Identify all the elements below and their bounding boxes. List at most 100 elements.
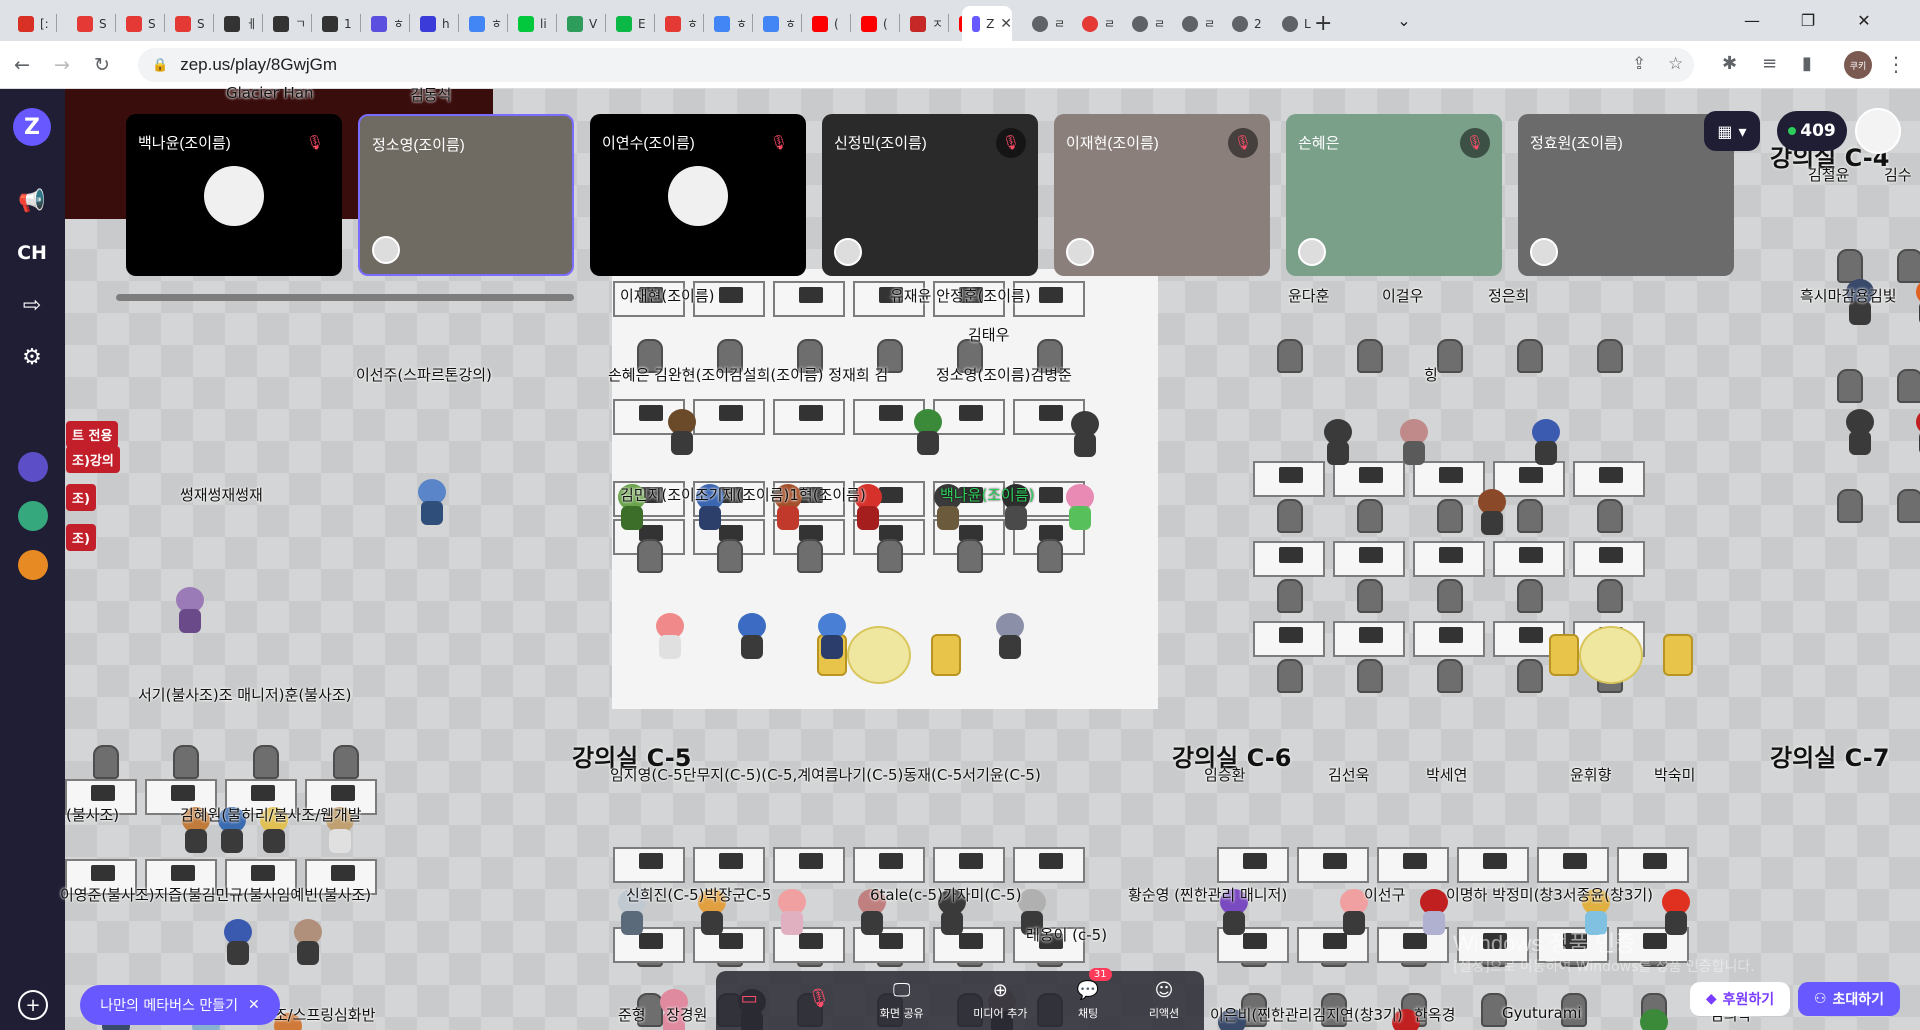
- mic-off-icon[interactable]: 🎙: [764, 128, 794, 158]
- video-tile[interactable]: 이재현(조이름) 🎙: [1054, 114, 1270, 276]
- video-tile[interactable]: 손혜은 🎙: [1286, 114, 1502, 276]
- browser-tab[interactable]: ㅈ: [900, 6, 946, 41]
- chair: [1517, 659, 1543, 693]
- monitor-icon: [1359, 627, 1383, 643]
- channel-button[interactable]: CH: [12, 233, 52, 273]
- sponsor-button[interactable]: ◆ 후원하기: [1690, 982, 1790, 1016]
- bookmark-star-icon[interactable]: ☆: [1668, 54, 1683, 74]
- layout-toggle-button[interactable]: ▦ ▾: [1704, 111, 1760, 151]
- browser-tab[interactable]: li: [508, 6, 554, 41]
- avatar: [1637, 1009, 1671, 1030]
- browser-tab[interactable]: ㅎ: [459, 6, 505, 41]
- toolbar-label: 화면 공유: [879, 1007, 924, 1020]
- settings-gear-icon[interactable]: ⚙: [12, 337, 52, 377]
- screen-share-button[interactable]: 🖵 화면 공유: [880, 980, 924, 1021]
- player-name-label: Gyuturami: [1502, 1004, 1582, 1022]
- player-name-label: 이은비(찐한관리김지연(창3기): [1210, 1006, 1403, 1024]
- close-icon[interactable]: ✕: [248, 997, 260, 1013]
- avatar-body: [421, 501, 443, 525]
- add-media-button[interactable]: ⊕ 미디어 추가: [973, 980, 1027, 1021]
- browser-tab[interactable]: ㅔ: [214, 6, 260, 41]
- browser-tab[interactable]: ㅎ: [753, 6, 799, 41]
- video-tile[interactable]: 정효원(조이름): [1518, 114, 1734, 276]
- avatar-body: [1005, 506, 1027, 530]
- browser-tab[interactable]: ㅎ: [704, 6, 750, 41]
- back-button[interactable]: ←: [8, 51, 36, 79]
- video-tile[interactable]: 이연수(조이름) 🎙: [590, 114, 806, 276]
- mic-off-icon[interactable]: 🎙: [996, 128, 1026, 158]
- move-space-icon[interactable]: ⇨: [12, 285, 52, 325]
- browser-tab[interactable]: 1: [312, 6, 358, 41]
- browser-tab[interactable]: ㄱ: [263, 6, 309, 41]
- video-tile[interactable]: 정소영(조이름): [358, 114, 574, 276]
- browser-tab[interactable]: 2: [1222, 6, 1268, 41]
- browser-tab[interactable]: S: [67, 6, 113, 41]
- zep-logo[interactable]: Z: [13, 108, 51, 146]
- app-icon-1[interactable]: [18, 452, 48, 482]
- close-tab-icon[interactable]: ✕: [1000, 16, 1012, 32]
- browser-tab[interactable]: ㄹ: [1072, 6, 1118, 41]
- browser-menu-icon[interactable]: ⋮: [1886, 52, 1906, 76]
- video-strip-scrollbar[interactable]: [116, 294, 574, 301]
- mic-off-icon[interactable]: 🎙: [1228, 128, 1258, 158]
- avatar-body: [1074, 433, 1096, 457]
- reload-button[interactable]: ↻: [88, 51, 116, 79]
- browser-tab[interactable]: V: [557, 6, 603, 41]
- new-tab-button[interactable]: +: [1304, 6, 1332, 41]
- browser-tab[interactable]: [:: [8, 6, 54, 41]
- add-app-plus-icon[interactable]: +: [18, 990, 48, 1020]
- mic-off-button[interactable]: 🎙: [807, 988, 830, 1013]
- online-count-badge[interactable]: 409: [1777, 111, 1847, 151]
- close-window-button[interactable]: ✕: [1836, 0, 1892, 41]
- invite-button[interactable]: ⚇ 초대하기: [1798, 982, 1900, 1016]
- tab-favicon-icon: [1182, 15, 1198, 32]
- video-tile[interactable]: 신정민(조이름) 🎙: [822, 114, 1038, 276]
- avatar-body: [937, 506, 959, 530]
- media-controls-icon[interactable]: ≡: [1762, 53, 1777, 74]
- avatar: [1659, 889, 1693, 939]
- forward-button[interactable]: →: [48, 51, 76, 79]
- monitor-icon: [1279, 467, 1303, 483]
- app-icon-3[interactable]: [18, 550, 48, 580]
- browser-tab[interactable]: S: [116, 6, 162, 41]
- url-omnibox[interactable]: 🔒 zep.us/play/8GwjGm ⇪ ☆: [138, 48, 1694, 82]
- browser-tab[interactable]: ㄹ: [1122, 6, 1168, 41]
- browser-tab[interactable]: (: [802, 6, 848, 41]
- profile-avatar[interactable]: 쿠키: [1844, 51, 1872, 79]
- announcement-megaphone-icon[interactable]: 📢: [12, 181, 52, 221]
- desk: [773, 847, 845, 883]
- browser-tab[interactable]: ㄹ: [1022, 6, 1068, 41]
- browser-tab[interactable]: S: [165, 6, 211, 41]
- tab-favicon-icon: [518, 15, 534, 32]
- make-metaverse-button[interactable]: 나만의 메타버스 만들기 ✕: [80, 985, 280, 1025]
- tab-favicon-icon: [812, 15, 828, 32]
- browser-tab[interactable]: ㅎ: [361, 6, 407, 41]
- minimize-button[interactable]: —: [1724, 0, 1780, 41]
- monitor-icon: [639, 853, 663, 869]
- url-text[interactable]: zep.us/play/8GwjGm: [180, 55, 337, 75]
- extensions-icon[interactable]: ✱: [1722, 53, 1737, 74]
- tab-active[interactable]: ZI ✕: [962, 6, 1012, 41]
- make-metaverse-label: 나만의 메타버스 만들기: [100, 998, 238, 1014]
- mic-off-icon[interactable]: 🎙: [300, 128, 330, 158]
- browser-tab[interactable]: ㄹ: [1172, 6, 1218, 41]
- mic-off-icon[interactable]: 🎙: [1460, 128, 1490, 158]
- reaction-button[interactable]: ☺ 리액션: [1149, 980, 1179, 1021]
- chat-button[interactable]: 💬 채팅 31: [1077, 968, 1112, 1021]
- player-name-label: 이재현(조이름): [620, 287, 715, 305]
- browser-tab[interactable]: ㅎ: [655, 6, 701, 41]
- camera-off-button[interactable]: ▭: [741, 988, 758, 1013]
- avatar: [993, 613, 1027, 663]
- desk: [1537, 847, 1609, 883]
- browser-tab[interactable]: (: [851, 6, 897, 41]
- side-panel-icon[interactable]: ▮: [1802, 53, 1812, 74]
- app-icon-2[interactable]: [18, 501, 48, 531]
- maximize-button[interactable]: ❐: [1780, 0, 1836, 41]
- browser-tab[interactable]: E: [606, 6, 652, 41]
- tab-search-chevron-icon[interactable]: ⌄: [1376, 0, 1432, 41]
- my-avatar-button[interactable]: [1855, 108, 1901, 154]
- tab-favicon-icon: [1282, 15, 1298, 32]
- share-icon[interactable]: ⇪: [1632, 54, 1646, 74]
- browser-tab[interactable]: h: [410, 6, 456, 41]
- video-tile[interactable]: 백나윤(조이름) 🎙: [126, 114, 342, 276]
